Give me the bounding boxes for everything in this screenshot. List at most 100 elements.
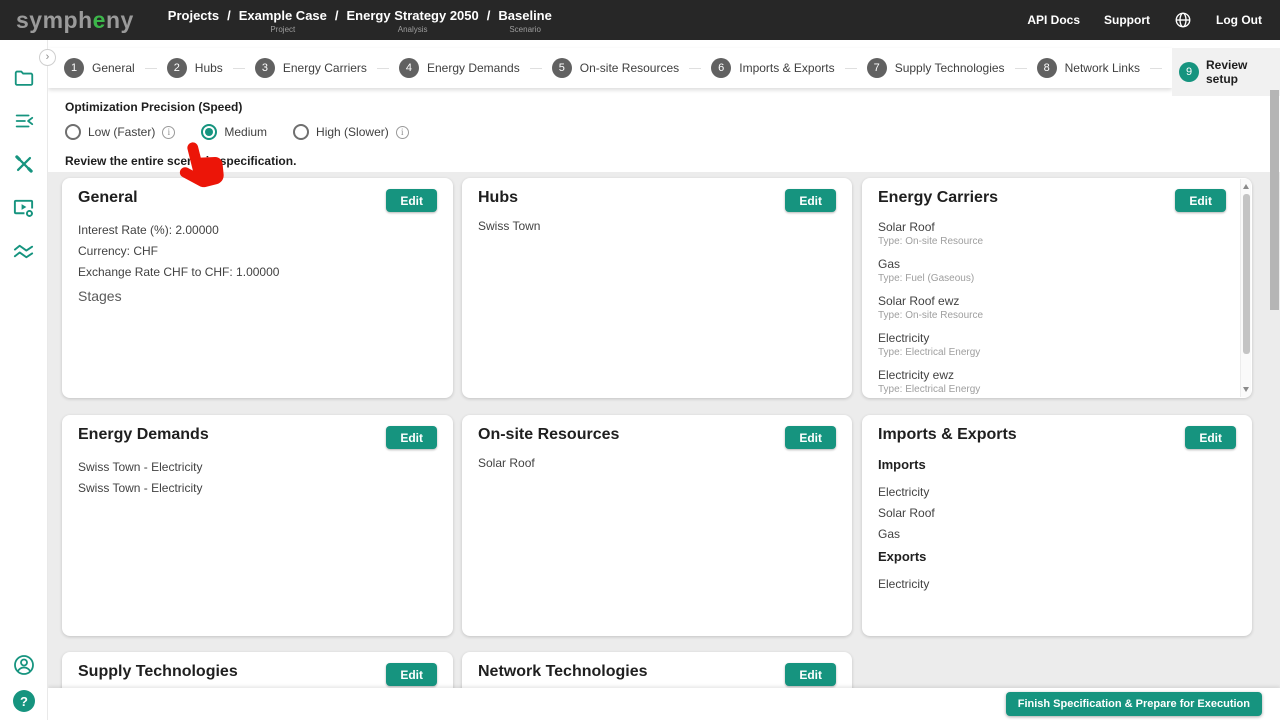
breadcrumb-label: Projects bbox=[168, 9, 219, 22]
card-title: Hubs bbox=[478, 189, 518, 207]
scenario-list-icon[interactable] bbox=[13, 110, 35, 132]
support-link[interactable]: Support bbox=[1104, 13, 1150, 27]
currency-value: Currency: CHF bbox=[78, 241, 437, 262]
globe-icon[interactable] bbox=[1174, 11, 1192, 29]
exchange-rate-value: Exchange Rate CHF to CHF: 1.00000 bbox=[78, 262, 437, 283]
step-imports-exports[interactable]: 6Imports & Exports bbox=[711, 58, 834, 78]
edit-hubs-button[interactable]: Edit bbox=[785, 189, 836, 212]
carrier-name: Solar Roof bbox=[878, 220, 1226, 234]
info-icon[interactable]: i bbox=[396, 126, 409, 139]
api-docs-link[interactable]: API Docs bbox=[1027, 13, 1080, 27]
radio-circle[interactable] bbox=[65, 124, 81, 140]
demand-item: Swiss Town - Electricity bbox=[78, 457, 437, 478]
card-title: Energy Carriers bbox=[878, 189, 998, 207]
radio-medium[interactable]: Medium bbox=[201, 124, 267, 140]
interest-rate-value: Interest Rate (%): 2.00000 bbox=[78, 220, 437, 241]
edit-supply-technologies-button[interactable]: Edit bbox=[386, 663, 437, 686]
breadcrumb-projects[interactable]: Projects bbox=[168, 9, 219, 22]
step-onsite-resources[interactable]: 5 On-site Resources bbox=[552, 58, 679, 78]
radio-high-slower[interactable]: High (Slower) i bbox=[293, 124, 409, 140]
card-scrollbar[interactable] bbox=[1240, 179, 1251, 397]
finish-specification-button[interactable]: Finish Specification & Prepare for Execu… bbox=[1006, 692, 1262, 716]
card-title: Supply Technologies bbox=[78, 663, 238, 681]
step-number: 4 bbox=[399, 58, 419, 78]
step-connector bbox=[233, 68, 245, 69]
step-energy-demands[interactable]: 4Energy Demands bbox=[399, 58, 520, 78]
card-title: Network Technologies bbox=[478, 663, 648, 681]
card-hubs: Hubs Edit Swiss Town bbox=[462, 178, 852, 398]
edit-energy-carriers-button[interactable]: Edit bbox=[1175, 189, 1226, 212]
step-number: 8 bbox=[1037, 58, 1057, 78]
step-label: Hubs bbox=[195, 61, 223, 75]
carrier-type: Type: On-site Resource bbox=[878, 310, 1226, 322]
step-general[interactable]: 1General bbox=[64, 58, 135, 78]
step-label: On-site Resources bbox=[580, 61, 679, 75]
edit-onsite-resources-button[interactable]: Edit bbox=[785, 426, 836, 449]
edit-network-technologies-button[interactable]: Edit bbox=[785, 663, 836, 686]
step-number: 2 bbox=[167, 58, 187, 78]
step-hubs[interactable]: 2 Hubs bbox=[167, 58, 223, 78]
list-item: Solar Roof ewz Type: On-site Resource bbox=[878, 294, 1226, 322]
resource-item: Solar Roof bbox=[478, 457, 836, 469]
step-number: 5 bbox=[552, 58, 572, 78]
scroll-up-icon[interactable] bbox=[1243, 184, 1249, 189]
breadcrumb: Projects / Example Case Project / Energy… bbox=[168, 0, 552, 40]
step-connector bbox=[689, 68, 701, 69]
radio-circle-selected[interactable] bbox=[201, 124, 217, 140]
breadcrumb-project[interactable]: Example Case Project bbox=[239, 9, 327, 34]
edit-energy-demands-button[interactable]: Edit bbox=[386, 426, 437, 449]
sidebar-collapse-button[interactable]: › bbox=[39, 49, 56, 66]
logo-accent-letter: e bbox=[93, 7, 106, 33]
step-network-links[interactable]: 8Network Links bbox=[1037, 58, 1140, 78]
tools-icon[interactable] bbox=[13, 153, 35, 175]
log-out-link[interactable]: Log Out bbox=[1216, 13, 1262, 27]
list-item: Gas Type: Fuel (Gaseous) bbox=[878, 257, 1226, 285]
bottom-action-bar: Finish Specification & Prepare for Execu… bbox=[48, 688, 1280, 720]
card-onsite-resources: On-site Resources Edit Solar Roof bbox=[462, 415, 852, 636]
header-actions: API Docs Support Log Out bbox=[1027, 11, 1262, 29]
step-connector bbox=[1015, 68, 1027, 69]
step-energy-carriers[interactable]: 3Energy Carriers bbox=[255, 58, 367, 78]
radio-label: High (Slower) bbox=[316, 125, 389, 139]
step-label: Supply Technologies bbox=[895, 61, 1005, 75]
results-icon[interactable] bbox=[12, 240, 35, 263]
optimization-precision-title: Optimization Precision (Speed) bbox=[65, 100, 435, 114]
info-icon[interactable]: i bbox=[162, 126, 175, 139]
scenario-stepper: 1General 2 Hubs 3Energy Carriers 4Energy … bbox=[48, 48, 1172, 88]
execution-icon[interactable] bbox=[12, 196, 35, 219]
scroll-down-icon[interactable] bbox=[1243, 387, 1249, 392]
card-imports-exports: Imports & Exports Edit Imports Electrici… bbox=[862, 415, 1252, 636]
account-icon[interactable] bbox=[12, 653, 36, 677]
breadcrumb-separator: / bbox=[487, 9, 491, 22]
help-glyph: ? bbox=[20, 694, 28, 709]
breadcrumb-label: Energy Strategy 2050 bbox=[347, 9, 479, 22]
carrier-type: Type: Electrical Energy bbox=[878, 347, 1226, 359]
import-item: Gas bbox=[878, 528, 1236, 540]
radio-circle[interactable] bbox=[293, 124, 309, 140]
breadcrumb-sublabel: Analysis bbox=[398, 25, 428, 34]
breadcrumb-scenario[interactable]: Baseline Scenario bbox=[498, 9, 551, 34]
step-review-setup-active[interactable]: 9 Review setup bbox=[1172, 48, 1280, 96]
scrollbar-thumb[interactable] bbox=[1243, 194, 1250, 354]
step-connector bbox=[145, 68, 157, 69]
step-number: 1 bbox=[64, 58, 84, 78]
step-number: 7 bbox=[867, 58, 887, 78]
sympheny-logo[interactable]: sympheny bbox=[16, 7, 134, 34]
edit-imports-exports-button[interactable]: Edit bbox=[1185, 426, 1236, 449]
breadcrumb-analysis[interactable]: Energy Strategy 2050 Analysis bbox=[347, 9, 479, 34]
card-title: Imports & Exports bbox=[878, 426, 1017, 444]
top-header-bar: sympheny Projects / Example Case Project… bbox=[0, 0, 1280, 40]
breadcrumb-label: Baseline bbox=[498, 9, 551, 22]
app-root: sympheny Projects / Example Case Project… bbox=[0, 0, 1280, 720]
step-number: 3 bbox=[255, 58, 275, 78]
step-connector bbox=[845, 68, 857, 69]
help-icon[interactable]: ? bbox=[13, 690, 35, 712]
step-connector bbox=[1150, 68, 1162, 69]
step-supply-technologies[interactable]: 7 Supply Technologies bbox=[867, 58, 1005, 78]
projects-folder-icon[interactable] bbox=[13, 67, 35, 89]
step-label: Review setup bbox=[1206, 58, 1280, 86]
radio-label: Medium bbox=[224, 125, 267, 139]
page-scrollbar-thumb[interactable] bbox=[1270, 90, 1279, 310]
radio-low-faster[interactable]: Low (Faster) i bbox=[65, 124, 175, 140]
edit-general-button[interactable]: Edit bbox=[386, 189, 437, 212]
